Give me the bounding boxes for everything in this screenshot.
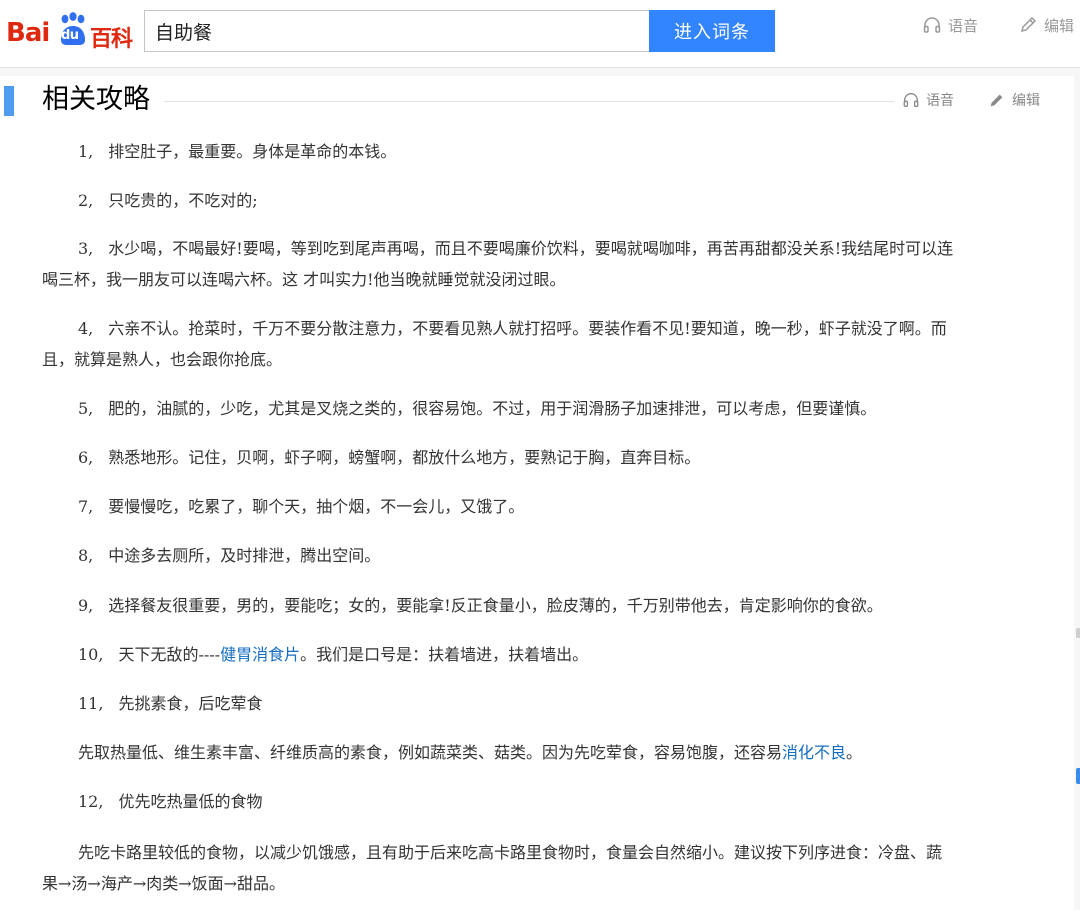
link-xiaohua-buliang[interactable]: 消化不良 — [782, 743, 846, 762]
content-card: 相关攻略 语音 编辑 1, 排空肚子，最重要。身体是革命的本钱。 2, 只吃贵的，不… — [0, 76, 1074, 910]
list-item: 4, 六亲不认。抢菜时，千万不要分散注意力，不要看见熟人就打招呼。要装作看不见!要… — [42, 319, 947, 369]
side-scroll-handle[interactable] — [1076, 768, 1080, 784]
pencil-icon — [990, 94, 1003, 107]
logo-text-du: du — [61, 28, 79, 43]
top-header: Bai du 百科 进入词条 语音 编辑 — [0, 0, 1080, 68]
list-item: 2, 只吃贵的，不吃对的; — [78, 191, 258, 210]
logo-text-baike: 百科 — [90, 27, 133, 52]
list-item: 1, 排空肚子，最重要。身体是革命的本钱。 — [78, 142, 397, 161]
section-edit-button[interactable]: 编辑 — [988, 90, 1040, 110]
section-accent-bar — [4, 86, 14, 116]
section-divider — [164, 101, 894, 102]
section-title: 相关攻略 — [42, 84, 150, 115]
list-item: 7, 要慢慢吃，吃累了，聊个天，抽个烟，不一会儿，又饿了。 — [78, 497, 525, 516]
list-item: 6, 熟悉地形。记住，贝啊，虾子啊，螃蟹啊，都放什么地方，要熟记于胸，直奔目标。 — [78, 448, 701, 467]
list-item: 10, 天下无敌的----健胃消食片。我们是口号是：扶着墙进，扶着墙出。 — [78, 645, 589, 664]
list-item: 5, 肥的，油腻的，少吃，尤其是叉烧之类的，很容易饱。不过，用于润滑肠子加速排泄，… — [78, 399, 877, 418]
headphones-icon — [903, 93, 919, 107]
section-voice-button[interactable]: 语音 — [902, 90, 954, 110]
section-edit-label: 编辑 — [1012, 93, 1040, 109]
voice-button[interactable]: 语音 — [922, 14, 978, 36]
edit-button[interactable]: 编辑 — [1018, 14, 1074, 36]
list-item: 12, 优先吃热量低的食物 — [78, 792, 263, 811]
list-item: 11, 先挑素食，后吃荤食 — [78, 694, 263, 713]
paragraph-text: 先吃卡路里较低的食物，以减少饥饿感，且有助于后来吃高卡路里食物时，食量会自然缩小… — [42, 843, 943, 893]
voice-label: 语音 — [948, 16, 979, 35]
paragraph-text: 先取热量低、维生素丰富、纤维质高的素食，例如蔬菜类、菇类。因为先吃荤食，容易饱腹… — [78, 743, 863, 762]
link-jianwei-xiaoshipian[interactable]: 健胃消食片 — [220, 645, 300, 664]
pencil-icon — [1020, 16, 1037, 33]
list-item: 9, 选择餐友很重要，男的，要能吃；女的，要能拿!反正食量小，脸皮薄的，千万别带他… — [78, 596, 883, 615]
section-voice-label: 语音 — [926, 93, 954, 109]
enter-entry-button[interactable]: 进入词条 — [649, 10, 775, 52]
logo-text-bai: Bai — [6, 18, 50, 48]
headphones-icon — [923, 17, 941, 33]
baidu-baike-logo[interactable]: Bai du 百科 — [6, 10, 134, 52]
side-marker — [1076, 628, 1080, 638]
list-item: 3, 水少喝，不喝最好!要喝，等到吃到尾声再喝，而且不要喝廉价饮料，要喝就喝咖啡，… — [42, 239, 954, 289]
edit-label: 编辑 — [1044, 16, 1075, 35]
list-item: 8, 中途多去厕所，及时排泄，腾出空间。 — [78, 546, 381, 565]
search-input[interactable] — [144, 10, 650, 52]
